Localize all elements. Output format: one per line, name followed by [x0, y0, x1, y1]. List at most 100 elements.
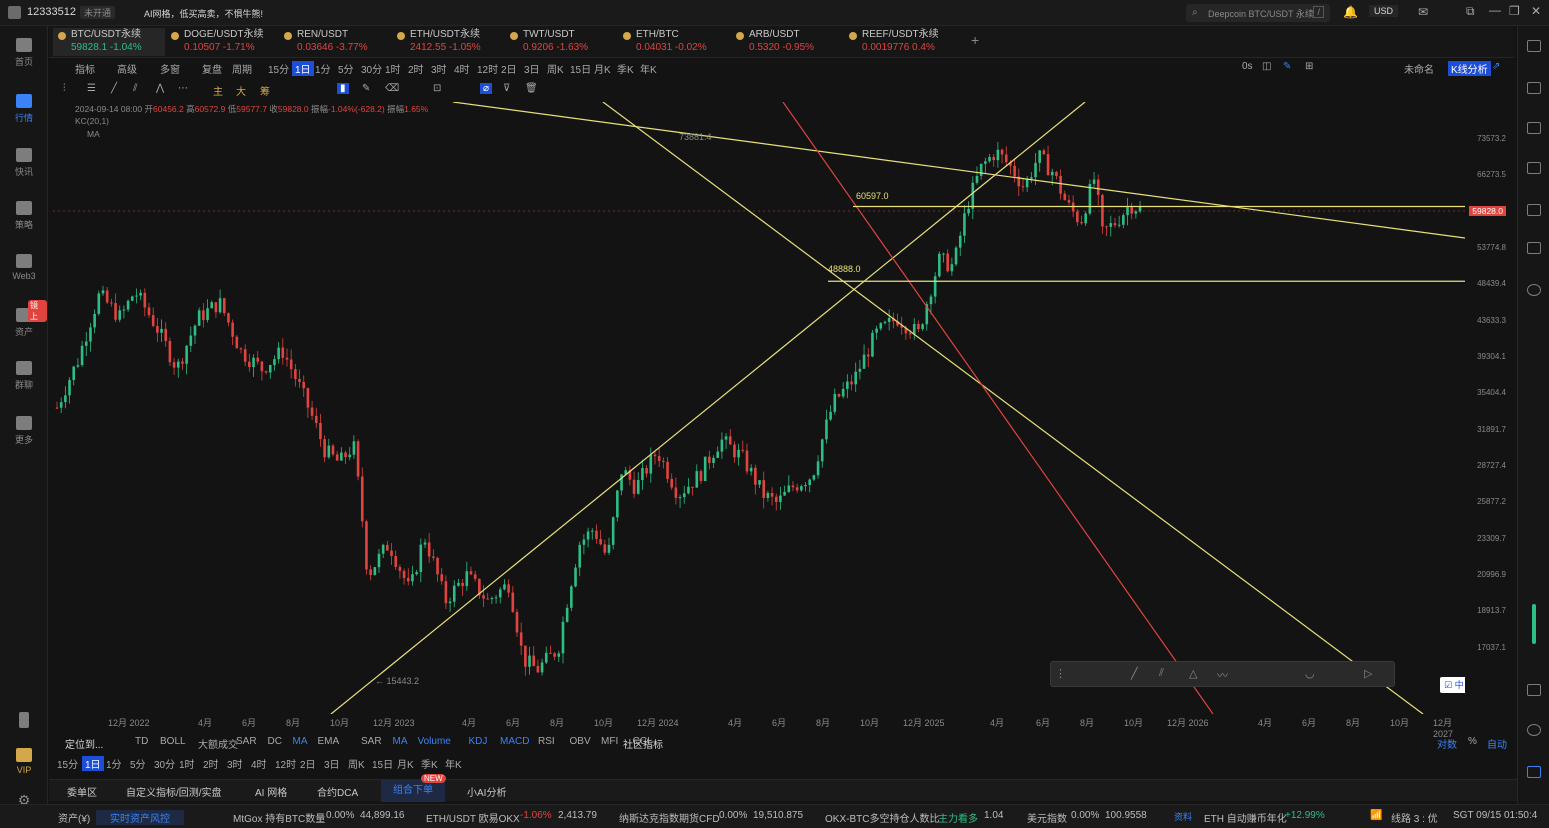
account-id[interactable]: 12333512 — [27, 6, 76, 18]
ticker-tab[interactable]: REN/USDT 0.03646 -3.77% — [279, 28, 391, 56]
nav-strategy[interactable]: 策略 — [0, 201, 48, 231]
community-indicators[interactable]: 社区指标 — [623, 736, 663, 751]
large-tool[interactable]: 大 — [236, 83, 246, 98]
tf-4[interactable]: 30分 — [154, 756, 175, 771]
ticker-tab[interactable]: DOGE/USDT永续 0.10507 -1.71% — [166, 28, 278, 56]
chart-quick-tools[interactable]: ☑ 中 ◐ ⚙ — [1440, 677, 1465, 693]
nav-vip[interactable]: VIP — [0, 748, 48, 775]
ticker-mtgox[interactable]: MtGox 持有BTC数量 — [233, 810, 325, 825]
indicator-14[interactable]: MFI — [601, 736, 618, 747]
interval-14[interactable]: 月K — [594, 61, 611, 76]
ruler-icon[interactable]: ✎ — [362, 83, 370, 94]
chart-type-icon[interactable]: ⫶ — [63, 83, 66, 94]
bottom-tab-4[interactable]: 组合下单 — [381, 780, 445, 802]
locate-button[interactable]: 定位到... — [65, 736, 103, 751]
indicator-7[interactable]: SAR — [361, 736, 382, 747]
triangle-icon[interactable]: △ — [1189, 667, 1197, 680]
indicator-9[interactable]: Volume — [418, 736, 451, 747]
interval-6[interactable]: 2时 — [408, 61, 424, 76]
ma-indicator-label[interactable]: MA — [87, 129, 100, 139]
tf-2[interactable]: 1分 — [106, 756, 122, 771]
close-icon[interactable]: ✕ — [1531, 4, 1541, 18]
refresh-icon[interactable] — [1527, 724, 1541, 736]
ticker-dxy[interactable]: 美元指数 — [1027, 810, 1067, 825]
percent-scale-button[interactable]: % — [1468, 736, 1477, 747]
kline-analysis-button[interactable]: K线分析 — [1448, 61, 1491, 76]
ticker-tab[interactable]: ARB/USDT 0.5320 -0.95% — [731, 28, 843, 56]
chart-canvas[interactable]: 73881.4 ← 15443.2 60597.0 48888.0 — [53, 102, 1465, 714]
interval-0[interactable]: 15分 — [268, 61, 289, 76]
line-tool-icon[interactable]: ╱ — [111, 83, 117, 94]
share-icon[interactable]: ⇗ — [1492, 61, 1500, 72]
price-chart[interactable]: 73881.4 ← 15443.2 60597.0 48888.0 2024-09-1… — [53, 102, 1465, 714]
filter-icon[interactable]: ⊽ — [503, 83, 510, 94]
nav-chat[interactable]: 群聊 — [0, 361, 48, 391]
trendline-descending[interactable] — [602, 102, 1424, 714]
tf-0[interactable]: 15分 — [57, 756, 78, 771]
indicator-4[interactable]: DC — [268, 736, 282, 747]
pen-icon[interactable]: ✎ — [1283, 61, 1291, 72]
magnet-icon[interactable]: ⌀ — [480, 83, 493, 94]
more-tools-icon[interactable]: ⋯ — [178, 83, 188, 94]
tf-6[interactable]: 2时 — [203, 756, 219, 771]
nav-more[interactable]: 更多 — [0, 416, 48, 446]
lock-icon[interactable]: ⊡ — [433, 83, 441, 94]
nav-market[interactable]: 行情 — [0, 94, 48, 124]
eth-earn[interactable]: ETH 自动赚币年化 — [1204, 810, 1287, 825]
interval-3[interactable]: 5分 — [338, 61, 354, 76]
interval-11[interactable]: 3日 — [524, 61, 540, 76]
replay-button[interactable]: 复盘 — [202, 61, 222, 76]
tf-11[interactable]: 3日 — [324, 756, 340, 771]
tf-15[interactable]: 季K — [421, 756, 438, 771]
ticker-tab[interactable]: ETH/BTC 0.04031 -0.02% — [618, 28, 730, 56]
tf-8[interactable]: 4时 — [251, 756, 267, 771]
robot-icon[interactable] — [1527, 766, 1541, 778]
indicator-10[interactable]: KDJ — [469, 736, 488, 747]
bell-icon[interactable]: 🔔 — [1343, 5, 1358, 19]
camera-icon[interactable]: ◫ — [1262, 61, 1271, 72]
play-icon[interactable]: ▷ — [1364, 667, 1372, 680]
indicator-13[interactable]: OBV — [570, 736, 591, 747]
tf-16[interactable]: 年K — [445, 756, 462, 771]
tf-14[interactable]: 月K — [397, 756, 414, 771]
layout-icon[interactable]: ⊞ — [1305, 61, 1313, 72]
bottom-tab-1[interactable]: 自定义指标/回测/实盘 — [126, 784, 222, 799]
interval-7[interactable]: 3时 — [431, 61, 447, 76]
list-icon[interactable] — [1527, 40, 1541, 52]
chip-tool[interactable]: 筹 — [260, 83, 270, 98]
ticker-tab[interactable]: REEF/USDT永续 0.0019776 0.4% — [844, 28, 956, 56]
risk-control-button[interactable]: 实时资产风控 — [96, 810, 184, 825]
info-tag[interactable]: 资料 — [1174, 810, 1192, 823]
multi-window-button[interactable]: 多窗 — [160, 61, 180, 76]
trendline-ascending[interactable] — [330, 102, 1086, 714]
trendline-red[interactable] — [782, 102, 1214, 714]
indicator-12[interactable]: RSI — [538, 736, 555, 747]
floating-draw-toolbar[interactable]: ⋮ ╱ ⫽ △ 〰 ◡ ▷ — [1050, 661, 1395, 687]
ticker-okx-ratio[interactable]: OKX-BTC多空持仓人数比 — [825, 810, 939, 825]
nav-news[interactable]: 快讯 — [0, 148, 48, 178]
ticker-tab[interactable]: BTC/USDT永续 59828.1 -1.04% — [53, 28, 165, 56]
mail-icon[interactable]: ✉ — [1418, 5, 1428, 19]
network-line[interactable]: 线路 3 : 优 — [1391, 810, 1438, 825]
bottom-tab-5[interactable]: 小AI分析 — [467, 784, 506, 799]
tf-9[interactable]: 12时 — [275, 756, 296, 771]
erase-icon[interactable]: ⌫ — [385, 83, 399, 94]
search-input[interactable]: Deepcoin BTC/USDT 永续 — [1208, 7, 1314, 20]
ticker-tab[interactable]: TWT/USDT 0.9206 -1.63% — [505, 28, 617, 56]
trash-icon[interactable]: 🗑 — [525, 83, 538, 94]
ticker-eth-okx[interactable]: ETH/USDT 欧易OKX — [426, 810, 520, 825]
interval-5[interactable]: 1时 — [385, 61, 401, 76]
interval-13[interactable]: 15日 — [570, 61, 591, 76]
nav-web3[interactable]: Web3 — [0, 254, 48, 281]
window-icon[interactable] — [1527, 684, 1541, 696]
interval-1[interactable]: 1日 — [292, 61, 314, 76]
indicator-button[interactable]: 指标 — [75, 61, 95, 76]
interval-12[interactable]: 周K — [547, 61, 564, 76]
nav-mobile[interactable] — [0, 712, 48, 731]
promo-text[interactable]: AI网格，低买高卖，不惧牛熊! — [144, 7, 263, 20]
parallel-tool-icon[interactable]: ⫽ — [133, 83, 137, 94]
trade-icon[interactable] — [1527, 284, 1541, 296]
log-scale-button[interactable]: 对数 — [1437, 736, 1457, 751]
tf-12[interactable]: 周K — [348, 756, 365, 771]
layout-name[interactable]: 未命名 — [1404, 61, 1434, 76]
